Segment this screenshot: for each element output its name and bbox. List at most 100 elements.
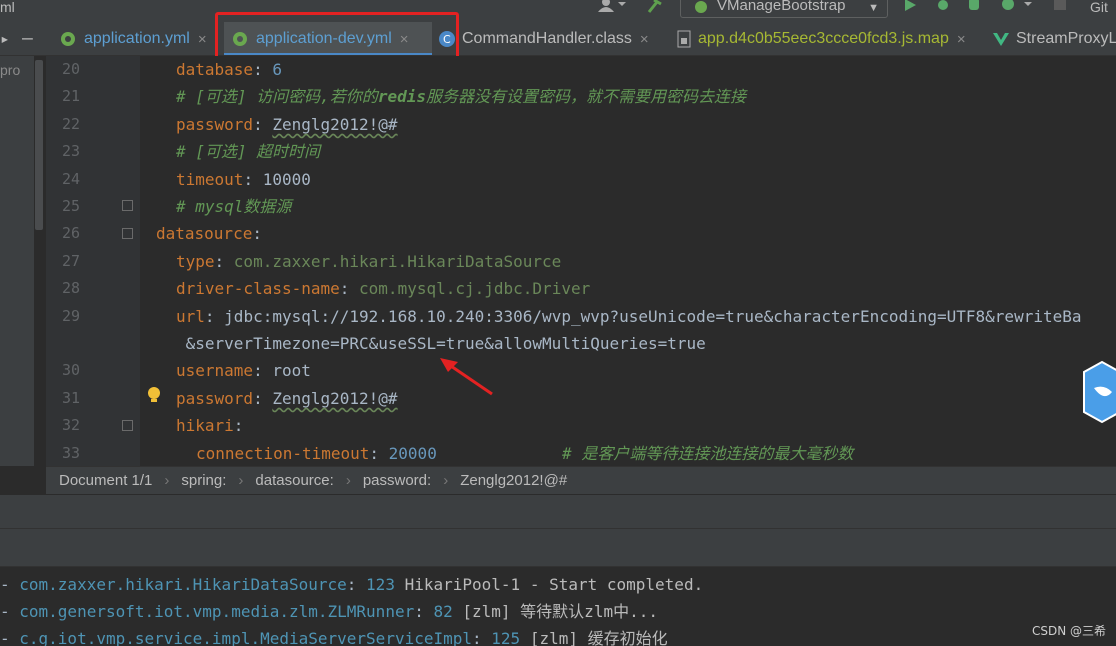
code-line[interactable]: # [可选] 超时时间 [176,138,320,165]
code-line[interactable]: database: 6 [176,56,282,83]
code-line[interactable]: driver-class-name: com.mysql.cj.jdbc.Dri… [176,275,590,302]
line-number: 23 [61,142,80,161]
code-token: database [176,60,254,79]
code-token: : [214,251,234,271]
code-token: : [339,279,360,299]
run-config-label: VManageBootstrap [717,0,846,14]
code-line[interactable]: datasource: [156,220,262,247]
code-token: com.zaxxer.hikari.HikariDataSource [233,251,562,271]
code-token: password [176,388,254,408]
code-line[interactable]: connection-timeout: 20000 # 是客户端等待连接池连接的… [196,440,853,466]
breadcrumb-item[interactable]: Document 1/1 [59,467,152,494]
tab-app-js-map[interactable]: app.d4c0b55eec3ccce0fcd3.js.map × [674,22,982,55]
code-line[interactable]: hikari: [176,412,243,439]
breadcrumb-item[interactable]: Zenglg2012!@# [460,467,567,494]
debug-icon[interactable] [934,0,952,18]
breadcrumb-separator-icon: › [345,472,351,489]
code-token: datasource [156,224,253,244]
project-panel-fragment: pro [0,62,21,78]
tab-commandhandler-class[interactable]: C CommandHandler.class × [436,22,664,55]
console-line: - c.g.iot.vmp.service.impl.MediaServerSe… [0,625,668,646]
code-line[interactable]: username: root [176,357,311,384]
line-number: 21 [61,87,80,106]
code-line[interactable]: # mysql数据源 [176,193,291,220]
breadcrumb-separator-icon: › [164,472,170,489]
tab-streamproxy[interactable]: StreamProxyL [990,22,1116,55]
breadcrumb-item[interactable]: spring: [181,467,226,494]
project-panel-strip[interactable]: pro [0,56,34,466]
console-msg: HikariPool-1 - Start completed. [394,575,704,594]
code-token: : [252,224,262,244]
code-line[interactable]: password: Zenglg2012!@# [176,111,398,138]
code-token: driver-class-name [176,279,340,299]
line-number: 20 [61,60,80,78]
close-icon[interactable]: × [640,31,649,48]
line-number: 33 [61,443,80,462]
intention-bulb-icon[interactable] [146,386,162,408]
js-file-icon [677,30,691,48]
minimize-icon[interactable]: — [22,28,33,49]
line-number: 26 [61,224,80,243]
build-hammer-icon[interactable] [646,0,664,18]
run-configuration-select[interactable]: VManageBootstrap ▼ [680,0,888,18]
code-token: 6 [272,60,282,79]
breadcrumb-item[interactable]: password: [363,467,431,494]
breadcrumb-separator-icon: › [443,472,449,489]
code-token: : [243,169,263,189]
code-token: username [176,361,254,381]
console-toolbar [0,528,1116,566]
console-dash: - [0,602,20,621]
code-line[interactable]: timeout: 10000 [176,166,311,193]
stop-icon[interactable] [1052,0,1068,18]
project-scrollbar[interactable] [35,60,43,230]
tab-overflow-arrow-icon[interactable]: ▸ [0,29,10,48]
coverage-icon[interactable] [966,0,984,18]
user-icon[interactable] [596,0,626,18]
console-dash: - [0,629,20,646]
vue-icon [993,33,1009,46]
code-line[interactable]: password: Zenglg2012!@# [176,385,398,412]
code-line[interactable]: type: com.zaxxer.hikari.HikariDataSource [176,248,561,275]
code-line[interactable]: # [可选] 访问密码,若你的redis服务器没有设置密码，就不需要用密码去连接 [176,83,746,110]
code-token: password [176,114,254,134]
console-cls[interactable]: c.g.iot.vmp.service.impl.MediaServerServ… [19,629,472,646]
code-token: redis [377,87,426,107]
line-number: 22 [61,114,80,133]
console-cls[interactable]: com.zaxxer.hikari.HikariDataSource [19,575,347,594]
code-line[interactable]: url: jdbc:mysql://192.168.10.240:3306/wv… [176,303,1082,330]
breadcrumb-item[interactable]: datasource: [255,467,333,494]
code-token: : [253,361,273,381]
code-token: root [272,361,311,381]
code-token: hikari [176,416,234,436]
console-num: 82 [433,602,453,621]
line-number: 28 [61,279,80,298]
code-token: &serverTimezone=PRC&useSSL=true&allowMul… [176,334,706,353]
tab-application-yml[interactable]: application.yml × [56,22,216,55]
watermark: CSDN @三希 [1032,624,1107,638]
console-colon: : [414,602,434,621]
spring-leaf-icon [61,32,75,46]
console-msg: [zlm] 缓存初始化 [520,629,668,646]
line-number: 31 [61,388,80,407]
assistant-bird-icon[interactable] [1082,360,1116,430]
profiler-icon[interactable] [1000,0,1034,18]
run-icon[interactable] [902,0,918,18]
code-token: 服务器没有设置密码，就不需要用密码去连接 [425,87,746,107]
fold-marker-icon[interactable] [122,200,133,211]
code-editor[interactable]: database: 6 # [可选] 访问密码,若你的redis服务器没有设置密码… [140,56,1116,466]
tool-window-bar [0,494,1116,528]
close-icon[interactable]: × [198,31,207,48]
fold-marker-icon[interactable] [122,420,133,431]
line-number: 32 [61,416,80,435]
console-cls[interactable]: com.genersoft.iot.vmp.media.zlm.ZLMRunne… [19,602,414,621]
editor-tab-bar: ▸ — application.yml × application-dev.ym… [0,22,1116,56]
line-number: 24 [61,169,80,188]
annotation-arrow-icon [440,358,493,396]
vcs-fragment[interactable]: Git [1090,0,1108,14]
fold-marker-icon[interactable] [122,228,133,239]
run-console[interactable]: - com.zaxxer.hikari.HikariDataSource: 12… [0,566,1116,646]
breadcrumb-separator-icon: › [238,472,244,489]
line-number: 25 [61,197,80,215]
close-icon[interactable]: × [957,31,966,48]
breadcrumb: Document 1/1 › spring: › datasource: › passwor… [46,466,1116,494]
